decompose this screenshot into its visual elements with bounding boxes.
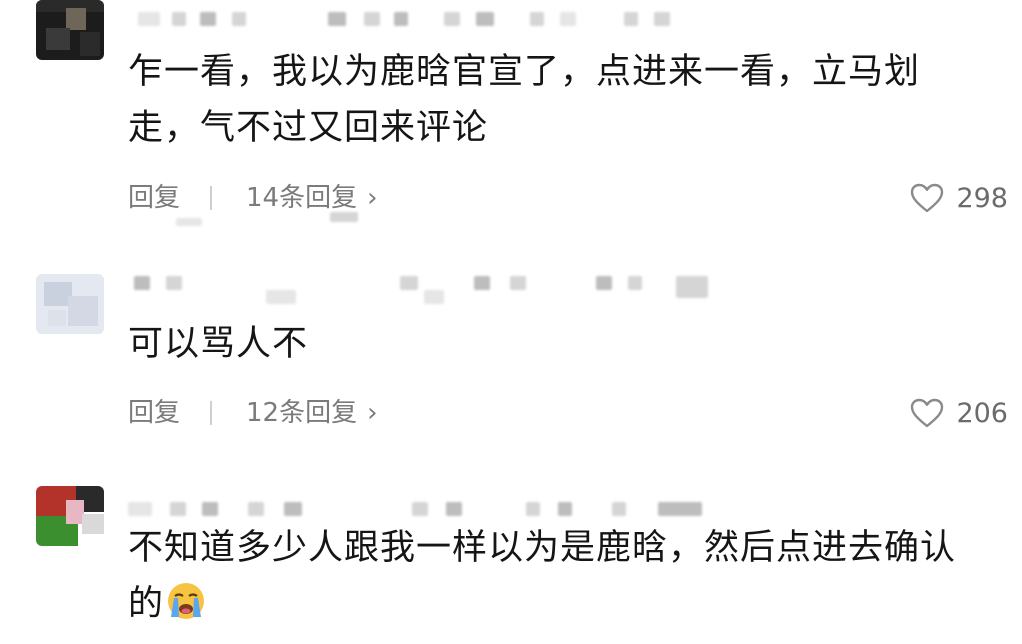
image-artifact — [176, 218, 202, 226]
comment-item: 可以骂人不 回复 12条回复 › 206 — [0, 266, 1022, 436]
like-count: 206 — [956, 397, 1008, 429]
username-blurred[interactable] — [128, 270, 708, 304]
reply-button[interactable]: 回复 — [128, 393, 180, 433]
comment-item: 不知道多少人跟我一样以为是鹿晗，然后点进去确认的 — [0, 486, 1022, 644]
view-replies-link[interactable]: 12条回复 › — [246, 393, 378, 433]
like-button[interactable]: 206 — [910, 393, 1008, 433]
comment-text-content: 不知道多少人跟我一样以为是鹿晗，然后点进去确认的 — [128, 528, 957, 624]
replies-count-label: 14条回复 — [246, 183, 358, 213]
like-button[interactable]: 298 — [910, 178, 1008, 218]
comment-actions: 回复 14条回复 › 298 — [128, 178, 1008, 218]
avatar[interactable] — [36, 0, 104, 60]
view-replies-link[interactable]: 14条回复 › — [246, 178, 378, 218]
avatar[interactable] — [36, 274, 104, 334]
comment-text: 乍一看，我以为鹿晗官宣了，点进来一看，立马划走，气不过又回来评论 — [128, 52, 921, 148]
divider — [210, 401, 212, 425]
heart-outline-icon — [911, 398, 944, 428]
divider — [210, 186, 212, 210]
like-count: 298 — [956, 182, 1008, 214]
comment-text: 可以骂人不 — [128, 324, 309, 364]
replies-count-label: 12条回复 — [246, 398, 358, 428]
comment-actions: 回复 12条回复 › 206 — [128, 393, 1008, 433]
comment-item: 乍一看，我以为鹿晗官宣了，点进来一看，立马划走，气不过又回来评论 回复 14条回… — [0, 0, 1022, 230]
reply-button[interactable]: 回复 — [128, 178, 180, 218]
chevron-right-icon: › — [367, 183, 378, 213]
avatar[interactable] — [36, 486, 104, 546]
username-blurred[interactable] — [128, 496, 702, 522]
comment-text: 不知道多少人跟我一样以为是鹿晗，然后点进去确认的 — [128, 520, 988, 632]
chevron-right-icon: › — [367, 398, 378, 428]
loudly-crying-face-icon — [168, 583, 205, 619]
heart-outline-icon — [911, 183, 944, 213]
image-artifact — [330, 212, 358, 222]
username-blurred[interactable] — [128, 6, 688, 32]
